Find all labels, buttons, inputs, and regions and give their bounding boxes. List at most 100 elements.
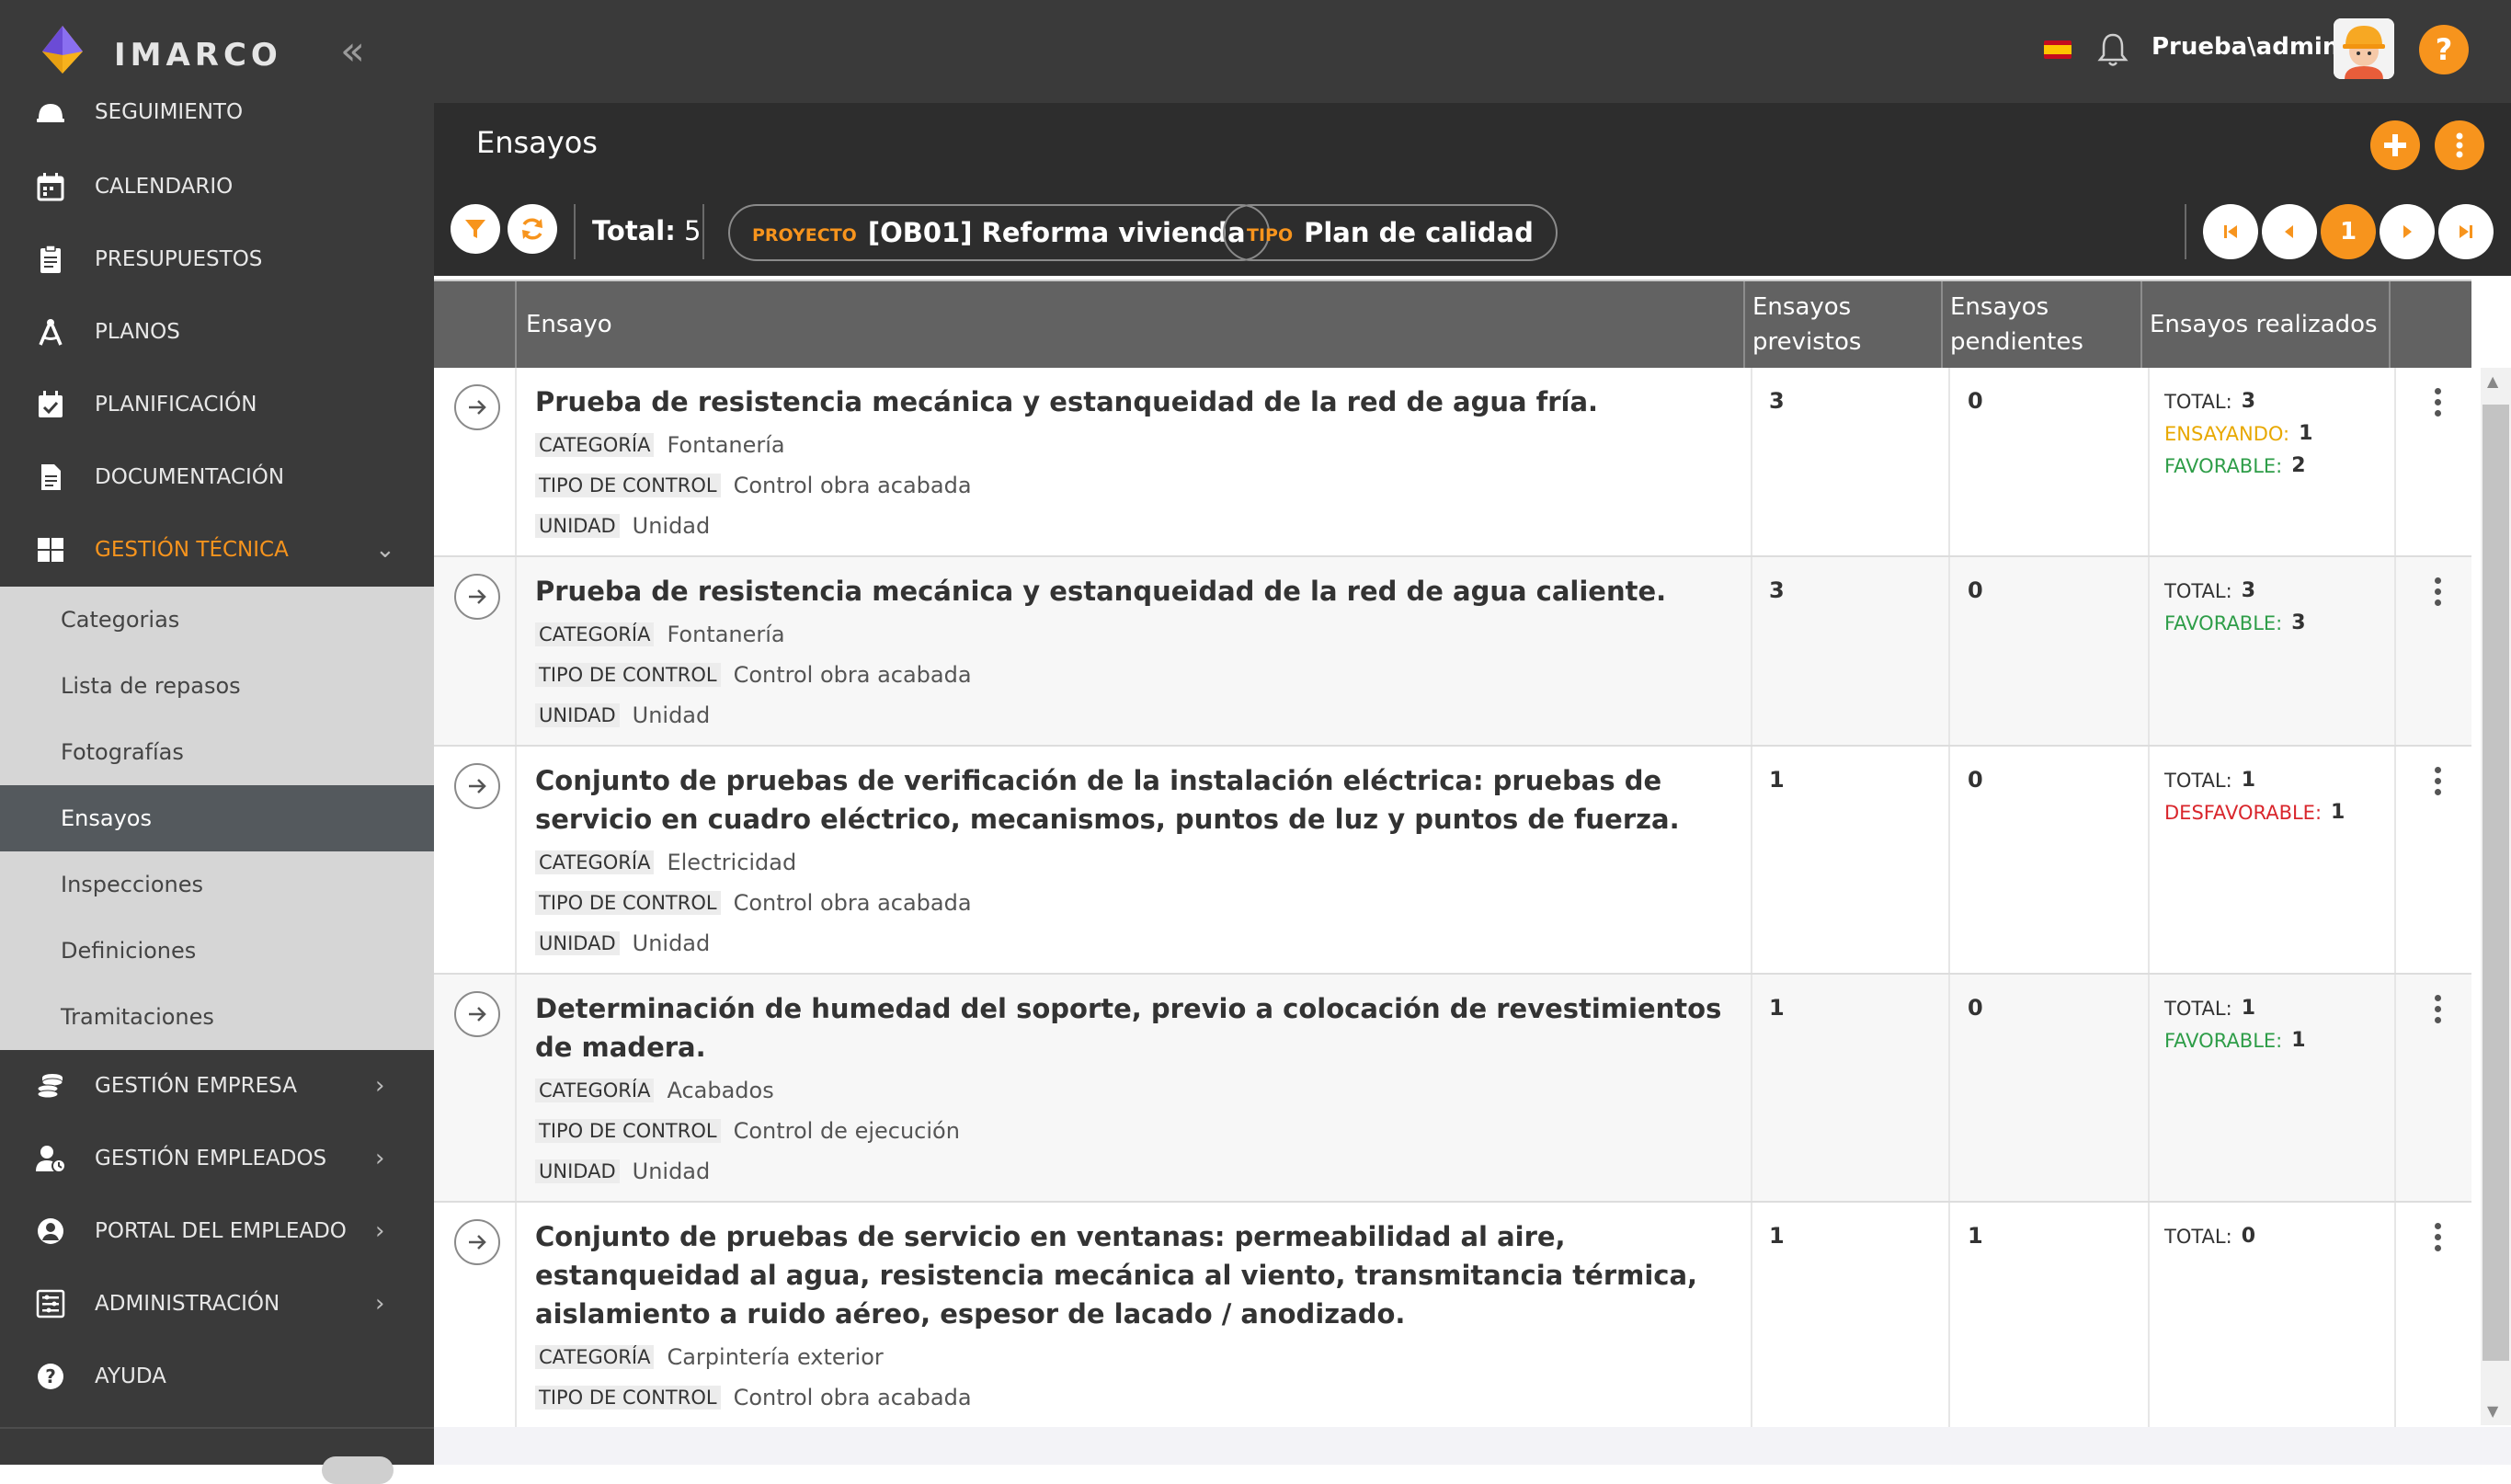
sidebar-item-planificacion[interactable]: PLANIFICACIÓN bbox=[0, 369, 434, 440]
submenu-item-lista-de-repasos[interactable]: Lista de repasos bbox=[0, 653, 434, 719]
last-page-button[interactable] bbox=[2438, 204, 2494, 259]
column-divider bbox=[2148, 368, 2150, 555]
chevron-right-icon: › bbox=[375, 1072, 385, 1100]
submenu-item-inspecciones[interactable]: Inspecciones bbox=[0, 851, 434, 918]
type-filter-chip[interactable]: TIPO Plan de calidad bbox=[1223, 204, 1558, 261]
refresh-button[interactable] bbox=[508, 204, 557, 254]
ensayo-title[interactable]: Determinación de humedad del soporte, pr… bbox=[535, 989, 1730, 1067]
column-header-pendientes[interactable]: Ensayos pendientes bbox=[1950, 281, 2134, 368]
open-row-button[interactable] bbox=[454, 991, 500, 1037]
current-page-button[interactable]: 1 bbox=[2321, 204, 2376, 259]
submenu-item-definiciones[interactable]: Definiciones bbox=[0, 918, 434, 984]
current-user[interactable]: Prueba\admin bbox=[2151, 33, 2339, 61]
column-divider bbox=[515, 975, 517, 1201]
categoria-field: CATEGORÍA Carpintería exterior bbox=[535, 1344, 884, 1370]
table-row[interactable]: Prueba de resistencia mecánica y estanqu… bbox=[434, 368, 2471, 557]
table-row[interactable]: Conjunto de pruebas de verificación de l… bbox=[434, 747, 2471, 975]
column-divider bbox=[2394, 975, 2396, 1201]
row-menu-icon[interactable] bbox=[2435, 577, 2442, 611]
open-row-button[interactable] bbox=[454, 1219, 500, 1265]
ensayo-title[interactable]: Conjunto de pruebas de servicio en venta… bbox=[535, 1217, 1730, 1333]
open-row-button[interactable] bbox=[454, 763, 500, 809]
row-menu-icon[interactable] bbox=[2435, 767, 2442, 800]
sidebar-item-gestion-empleados[interactable]: GESTIÓN EMPLEADOS › bbox=[0, 1123, 434, 1194]
tipo-control-field: TIPO DE CONTROL Control obra acabada bbox=[535, 890, 972, 916]
sidebar-item-portal-del-empleado[interactable]: PORTAL DEL EMPLEADO › bbox=[0, 1195, 434, 1267]
sidebar-item-administracion[interactable]: ADMINISTRACIÓN › bbox=[0, 1268, 434, 1340]
column-header-previstos[interactable]: Ensayos previstos bbox=[1752, 281, 1936, 368]
calendar-icon bbox=[37, 173, 64, 201]
sidebar-item-ayuda[interactable]: ? AYUDA bbox=[0, 1341, 434, 1412]
chevron-right-icon: › bbox=[375, 1290, 385, 1318]
sidebar-item-gestion-empresa[interactable]: GESTIÓN EMPRESA › bbox=[0, 1050, 434, 1122]
table-header: Ensayo Ensayos previstos Ensayos pendien… bbox=[434, 280, 2471, 368]
stat-total: TOTAL: 1 bbox=[2164, 769, 2256, 792]
scroll-up-icon[interactable]: ▲ bbox=[2487, 372, 2498, 390]
ensayo-title[interactable]: Prueba de resistencia mecánica y estanqu… bbox=[535, 382, 1730, 421]
user-clock-icon bbox=[36, 1146, 66, 1173]
column-divider bbox=[515, 747, 517, 973]
more-options-button[interactable] bbox=[2435, 120, 2484, 170]
arrow-right-icon bbox=[469, 1007, 486, 1022]
sidebar-item-calendario[interactable]: CALENDARIO bbox=[0, 151, 434, 223]
column-divider bbox=[2394, 368, 2396, 555]
imarco-logo-icon bbox=[42, 26, 83, 74]
column-divider bbox=[1941, 281, 1943, 368]
next-page-button[interactable] bbox=[2380, 204, 2435, 259]
submenu-item-ensayos[interactable]: Ensayos bbox=[0, 785, 434, 851]
ensayo-title[interactable]: Prueba de resistencia mecánica y estanqu… bbox=[535, 572, 1730, 611]
column-divider bbox=[1948, 557, 1950, 745]
project-filter-chip[interactable]: PROYECTO [OB01] Reforma vivienda bbox=[728, 204, 1270, 261]
column-divider bbox=[1751, 557, 1752, 745]
unidad-field: UNIDAD Unidad bbox=[535, 1159, 710, 1184]
scroll-down-icon[interactable]: ▼ bbox=[2487, 1402, 2498, 1420]
sidebar-item-documentacion[interactable]: DOCUMENTACIÓN bbox=[0, 441, 434, 513]
help-button[interactable]: ? bbox=[2419, 25, 2469, 74]
column-divider bbox=[2394, 1203, 2396, 1427]
add-button[interactable] bbox=[2370, 120, 2420, 170]
submenu-item-fotografias[interactable]: Fotografías bbox=[0, 719, 434, 785]
avatar[interactable] bbox=[2334, 18, 2394, 79]
unidad-field: UNIDAD Unidad bbox=[535, 930, 710, 956]
spain-flag-icon[interactable] bbox=[2044, 40, 2072, 59]
sidebar-item-label: CALENDARIO bbox=[95, 175, 234, 199]
chevron-right-icon bbox=[2403, 225, 2412, 238]
submenu-item-categorias[interactable]: Categorias bbox=[0, 587, 434, 653]
document-icon bbox=[41, 464, 61, 490]
sidebar-footer bbox=[0, 1427, 434, 1484]
table-row[interactable]: Conjunto de pruebas de servicio en venta… bbox=[434, 1203, 2471, 1427]
stat-total: TOTAL: 3 bbox=[2164, 579, 2256, 602]
column-divider bbox=[1948, 975, 1950, 1201]
bell-icon[interactable] bbox=[2096, 31, 2129, 68]
sidebar-item-gestion-tecnica[interactable]: GESTIÓN TÉCNICA ⌄ bbox=[0, 514, 434, 586]
sidebar-item-presupuestos[interactable]: PRESUPUESTOS bbox=[0, 223, 434, 295]
chevron-right-icon: › bbox=[375, 1145, 385, 1172]
submenu-item-tramitaciones[interactable]: Tramitaciones bbox=[0, 984, 434, 1050]
collapse-sidebar-icon[interactable]: « bbox=[340, 28, 365, 74]
row-menu-icon[interactable] bbox=[2435, 388, 2442, 421]
type-filter-value: Plan de calidad bbox=[1304, 217, 1534, 248]
column-header-ensayo[interactable]: Ensayo bbox=[526, 281, 612, 368]
sidebar-item-seguimiento[interactable]: SEGUIMIENTO bbox=[0, 76, 434, 148]
open-row-button[interactable] bbox=[454, 574, 500, 620]
table-row[interactable]: Prueba de resistencia mecánica y estanqu… bbox=[434, 557, 2471, 747]
table-row[interactable]: Determinación de humedad del soporte, pr… bbox=[434, 975, 2471, 1203]
previous-page-button[interactable] bbox=[2262, 204, 2317, 259]
row-menu-icon[interactable] bbox=[2435, 1223, 2442, 1256]
unidad-field: UNIDAD Unidad bbox=[535, 702, 710, 728]
open-row-button[interactable] bbox=[454, 384, 500, 430]
column-divider bbox=[1751, 747, 1752, 973]
type-filter-label: TIPO bbox=[1247, 225, 1294, 245]
sidebar-item-planos[interactable]: PLANOS bbox=[0, 296, 434, 368]
column-header-realizados[interactable]: Ensayos realizados bbox=[2150, 281, 2378, 368]
previstos-value: 1 bbox=[1769, 767, 1785, 793]
sidebar-item-label: SEGUIMIENTO bbox=[95, 100, 244, 124]
row-menu-icon[interactable] bbox=[2435, 995, 2442, 1028]
ensayo-title[interactable]: Conjunto de pruebas de verificación de l… bbox=[535, 761, 1730, 839]
first-page-button[interactable] bbox=[2203, 204, 2258, 259]
theme-toggle[interactable] bbox=[322, 1456, 394, 1484]
column-divider bbox=[1948, 368, 1950, 555]
filter-button[interactable] bbox=[451, 204, 500, 254]
last-page-icon bbox=[2460, 225, 2472, 238]
table-scrollbar-thumb[interactable] bbox=[2482, 405, 2509, 1361]
